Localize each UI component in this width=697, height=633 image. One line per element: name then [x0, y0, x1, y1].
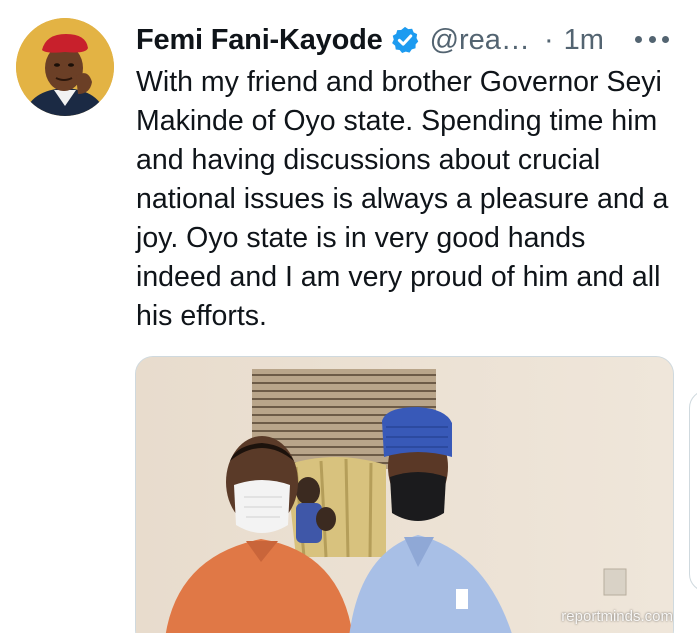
media-watermark: reportminds.com [561, 608, 673, 625]
tweet-header: Femi Fani-Kayode @rea… · 1m [136, 20, 677, 60]
more-dot [635, 35, 642, 43]
more-options-icon[interactable] [635, 34, 669, 44]
more-dot [648, 35, 656, 43]
tweet-timestamp[interactable]: 1m [564, 24, 604, 57]
more-dot [662, 35, 669, 43]
tweet[interactable]: Femi Fani-Kayode @rea… · 1m With my frie… [0, 0, 697, 633]
tweet-text: With my friend and brother Governor Seyi… [136, 66, 669, 332]
author-handle[interactable]: @rea… [430, 24, 530, 57]
tweet-media-photo[interactable]: reportminds.com [135, 356, 674, 633]
author-display-name[interactable]: Femi Fani-Kayode [136, 24, 383, 57]
adjacent-card-edge [689, 390, 697, 592]
header-separator: · [543, 23, 554, 56]
author-avatar[interactable] [16, 18, 114, 116]
verified-badge-icon [390, 25, 420, 55]
